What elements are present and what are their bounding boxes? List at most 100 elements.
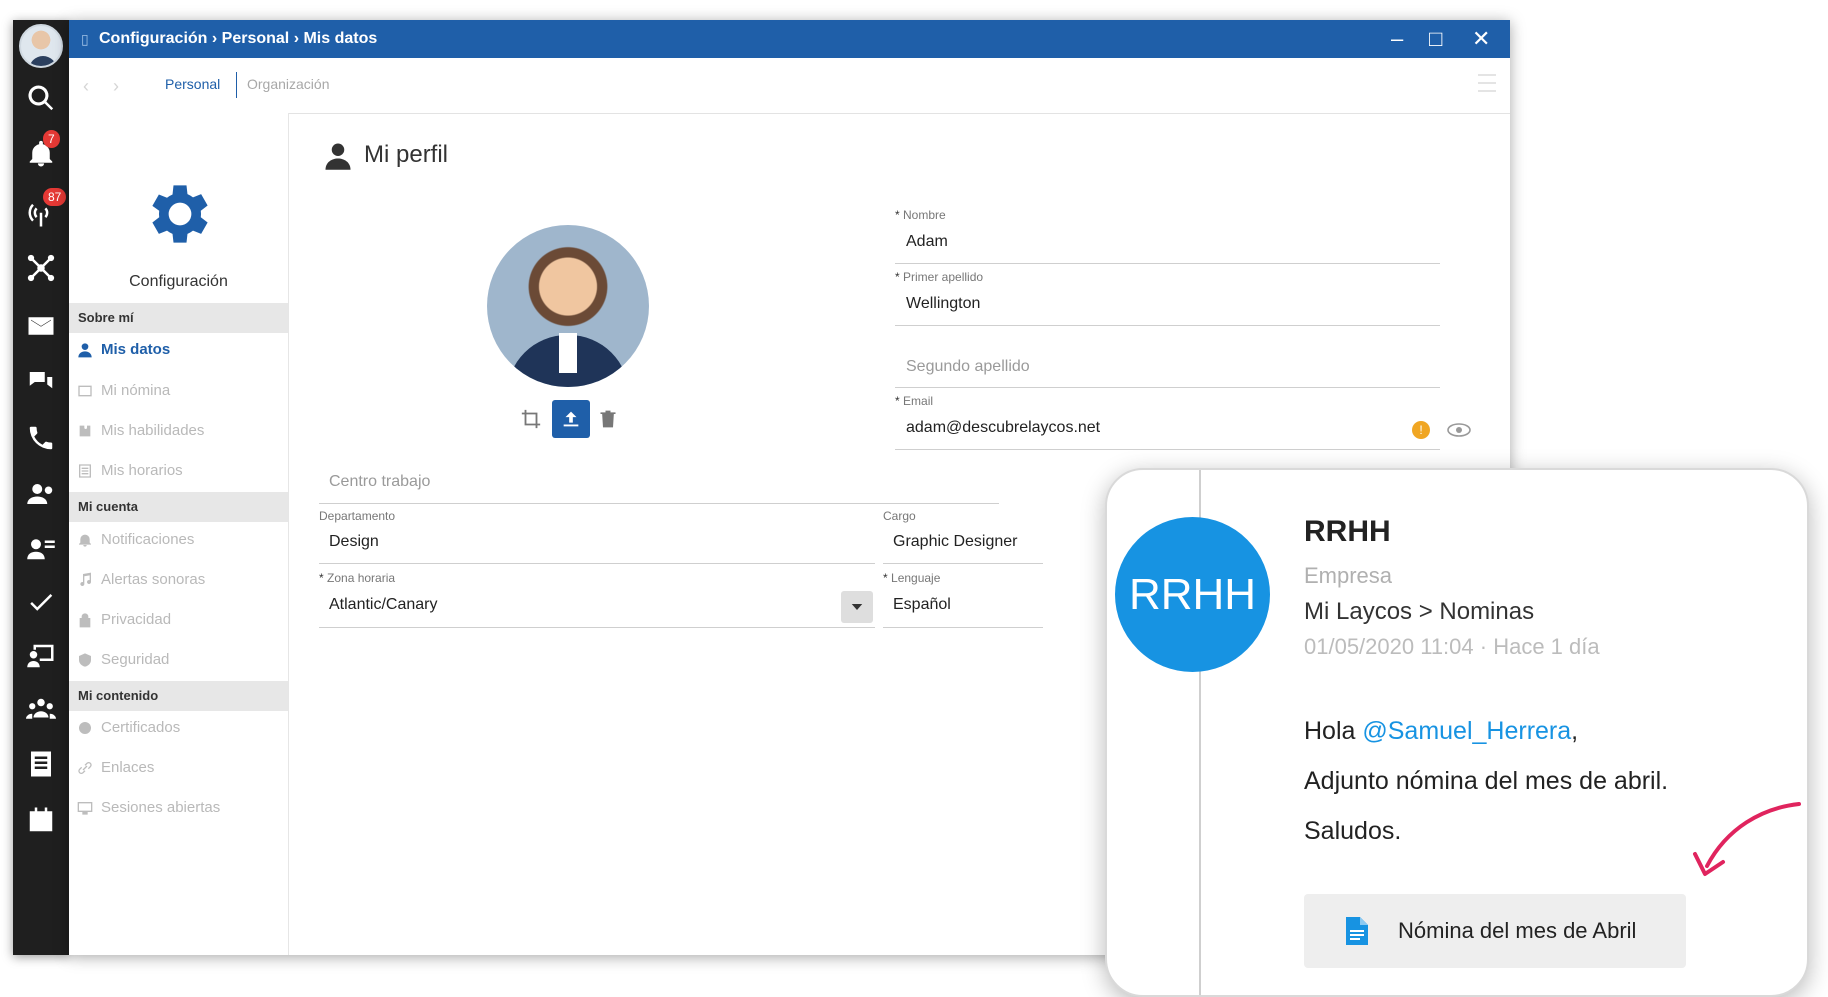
sidebar-item-mis-horarios[interactable]: Mis horarios xyxy=(77,462,183,479)
greeting-line: Hola @Samuel_Herrera, xyxy=(1304,717,1579,745)
field-underline xyxy=(319,503,999,504)
gear-icon xyxy=(152,185,208,243)
segundo-apellido-field[interactable]: Segundo apellido xyxy=(906,358,1030,376)
maximize-button[interactable]: □ xyxy=(1429,26,1442,52)
sender-type: Empresa xyxy=(1304,563,1393,588)
section-mi-contenido: Mi contenido xyxy=(69,681,288,711)
presentation-icon[interactable] xyxy=(25,640,57,672)
payslip-icon xyxy=(78,385,92,396)
cargo-label: Cargo xyxy=(883,509,916,523)
phone-icon[interactable] xyxy=(25,422,57,454)
sidebar-item-mi-nomina[interactable]: Mi nómina xyxy=(77,382,170,399)
attachment-button[interactable]: Nómina del mes de Abril xyxy=(1304,894,1686,968)
centro-trabajo-field[interactable]: Centro trabajo xyxy=(329,473,430,491)
field-underline xyxy=(895,263,1440,264)
field-underline xyxy=(895,449,1440,450)
lenguaje-select[interactable]: Español xyxy=(893,596,951,614)
link-icon xyxy=(78,761,92,774)
sidebar-title: Configuración xyxy=(129,273,228,290)
page-title: Mi perfil xyxy=(364,141,449,168)
notification-timestamp: 01/05/2020 11:04 · Hace 1 día xyxy=(1304,634,1600,659)
sidebar-item-label: Sesiones abiertas xyxy=(101,799,221,816)
notifications-badge: 7 xyxy=(43,130,60,148)
upload-button[interactable] xyxy=(552,400,590,438)
sidebar-item-label: Notificaciones xyxy=(101,531,195,548)
mail-icon[interactable] xyxy=(25,310,57,342)
message-body: Adjunto nómina del mes de abril. xyxy=(1304,767,1669,795)
tab-divider xyxy=(236,72,237,98)
primer-apellido-label: * Primer apellido xyxy=(895,270,984,284)
user-icon xyxy=(325,143,351,170)
left-rail: 7 87 xyxy=(13,20,69,955)
trash-icon[interactable] xyxy=(597,400,619,438)
sidebar-item-label: Alertas sonoras xyxy=(101,571,206,588)
sidebar-item-label: Mis datos xyxy=(101,341,171,358)
section-mi-cuenta: Mi cuenta xyxy=(69,492,288,522)
tab-bar: ‹ › Personal Organización xyxy=(69,58,1510,114)
sidebar-item-mis-datos[interactable]: Mis datos xyxy=(77,341,170,358)
users-icon[interactable] xyxy=(25,478,57,510)
puzzle-icon xyxy=(79,425,91,436)
chevron-down-icon[interactable] xyxy=(841,591,873,623)
primer-apellido-field[interactable]: Wellington xyxy=(906,295,980,313)
close-button[interactable]: ✕ xyxy=(1472,26,1490,52)
user-avatar[interactable] xyxy=(19,24,63,68)
pointer-arrow-icon xyxy=(1693,802,1801,876)
email-field[interactable]: adam@descubrelaycos.net xyxy=(906,419,1100,437)
nombre-label: * Nombre xyxy=(895,208,946,222)
section-sobre-mi: Sobre mí xyxy=(69,303,288,333)
tab-organizacion[interactable]: Organización xyxy=(247,76,330,92)
music-note-icon xyxy=(80,572,92,586)
departamento-field[interactable]: Design xyxy=(329,533,379,551)
sidebar-item-sesiones-abiertas[interactable]: Sesiones abiertas xyxy=(77,799,220,816)
document-icon[interactable] xyxy=(25,748,57,780)
chat-icon[interactable] xyxy=(25,366,57,398)
sidebar-item-label: Mis habilidades xyxy=(101,422,205,439)
field-underline xyxy=(883,627,1043,628)
calendar-icon[interactable] xyxy=(25,804,57,836)
tab-personal[interactable]: Personal xyxy=(165,76,220,92)
notification-card[interactable]: RRHH RRHH Empresa Mi Laycos > Nominas 01… xyxy=(1105,468,1809,997)
forward-arrow-icon[interactable]: › xyxy=(113,76,119,97)
monitor-icon xyxy=(77,801,93,815)
menu-icon[interactable] xyxy=(1478,74,1496,92)
certificate-icon xyxy=(79,721,91,734)
settings-sidebar: Configuración Sobre mí Mis datos Mi nómi… xyxy=(69,113,289,955)
sidebar-item-seguridad[interactable]: Seguridad xyxy=(77,651,169,668)
sidebar-item-alertas-sonoras[interactable]: Alertas sonoras xyxy=(77,571,205,588)
file-icon xyxy=(1346,917,1368,945)
nombre-field[interactable]: Adam xyxy=(906,233,948,251)
sidebar-item-notificaciones[interactable]: Notificaciones xyxy=(77,531,194,548)
breadcrumb: Configuración › Personal › Mis datos xyxy=(99,30,378,47)
back-arrow-icon[interactable]: ‹ xyxy=(83,76,89,97)
search-icon[interactable] xyxy=(25,82,57,114)
sidebar-item-privacidad[interactable]: Privacidad xyxy=(77,611,171,628)
notification-path[interactable]: Mi Laycos > Nominas xyxy=(1304,598,1534,626)
sidebar-item-label: Mi nómina xyxy=(101,382,171,399)
sender-avatar: RRHH xyxy=(1115,517,1270,672)
sidebar-item-certificados[interactable]: Certificados xyxy=(77,719,180,736)
sidebar-item-label: Certificados xyxy=(101,719,181,736)
contact-card-icon[interactable] xyxy=(25,532,57,564)
lock-icon xyxy=(79,612,91,627)
network-icon[interactable] xyxy=(25,252,57,284)
minimize-button[interactable]: – xyxy=(1391,26,1403,52)
field-underline xyxy=(319,563,875,564)
departamento-label: Departamento xyxy=(319,509,396,523)
user-mention[interactable]: @Samuel_Herrera xyxy=(1362,717,1571,745)
zona-horaria-label: * Zona horaria xyxy=(319,571,396,585)
zona-horaria-select[interactable]: Atlantic/Canary xyxy=(329,596,438,614)
sidebar-item-mis-habilidades[interactable]: Mis habilidades xyxy=(77,422,204,439)
schedule-icon xyxy=(79,463,91,478)
sidebar-item-enlaces[interactable]: Enlaces xyxy=(77,759,154,776)
check-icon[interactable] xyxy=(25,586,57,618)
cargo-field[interactable]: Graphic Designer xyxy=(893,533,1018,551)
shield-icon xyxy=(79,652,91,667)
message-signoff: Saludos. xyxy=(1304,817,1402,845)
eye-icon[interactable] xyxy=(1447,423,1471,437)
team-icon[interactable] xyxy=(25,694,57,726)
crop-icon[interactable] xyxy=(519,400,543,438)
field-underline xyxy=(895,387,1440,388)
title-bar: ▯ Configuración › Personal › Mis datos –… xyxy=(69,20,1510,58)
bell-icon xyxy=(79,534,91,547)
